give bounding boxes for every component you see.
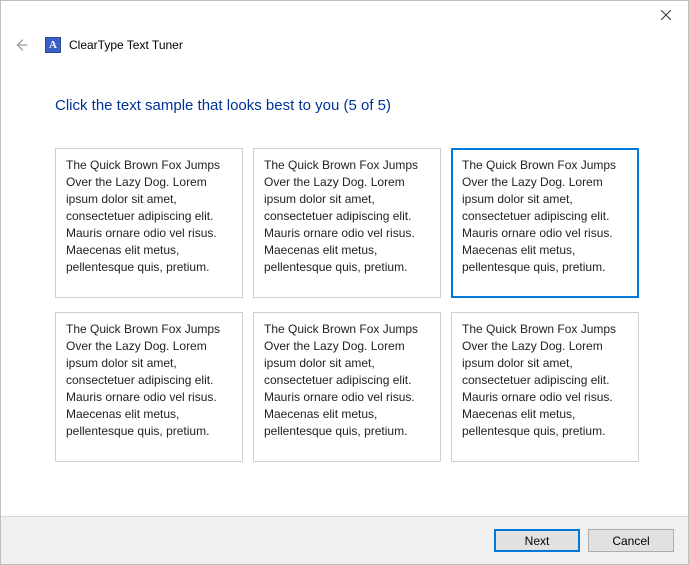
content-area: Click the text sample that looks best to… (55, 97, 648, 462)
instruction-text: Click the text sample that looks best to… (55, 97, 648, 114)
back-arrow-icon (12, 36, 30, 54)
text-sample-5[interactable]: The Quick Brown Fox Jumps Over the Lazy … (253, 312, 441, 462)
dialog-window: A ClearType Text Tuner Click the text sa… (0, 0, 689, 565)
app-title: ClearType Text Tuner (69, 38, 183, 52)
header-row: A ClearType Text Tuner (11, 35, 183, 55)
close-button[interactable] (643, 1, 688, 29)
close-icon (661, 10, 671, 20)
sample-grid: The Quick Brown Fox Jumps Over the Lazy … (55, 148, 648, 462)
app-icon: A (45, 37, 61, 53)
titlebar (1, 1, 688, 31)
cancel-button[interactable]: Cancel (588, 529, 674, 552)
back-button[interactable] (11, 35, 31, 55)
footer: Next Cancel (1, 516, 688, 564)
text-sample-3[interactable]: The Quick Brown Fox Jumps Over the Lazy … (451, 148, 639, 298)
next-button[interactable]: Next (494, 529, 580, 552)
text-sample-2[interactable]: The Quick Brown Fox Jumps Over the Lazy … (253, 148, 441, 298)
text-sample-6[interactable]: The Quick Brown Fox Jumps Over the Lazy … (451, 312, 639, 462)
text-sample-4[interactable]: The Quick Brown Fox Jumps Over the Lazy … (55, 312, 243, 462)
app-icon-letter: A (49, 40, 57, 51)
text-sample-1[interactable]: The Quick Brown Fox Jumps Over the Lazy … (55, 148, 243, 298)
